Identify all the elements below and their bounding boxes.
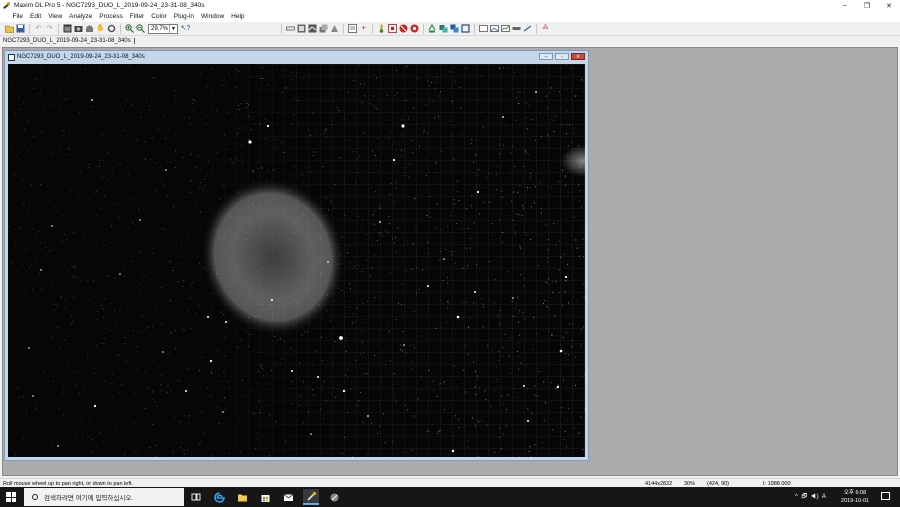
toolbar-separator bbox=[423, 23, 424, 34]
maxim-dl-taskbar-icon[interactable] bbox=[303, 489, 319, 505]
combine-icon[interactable] bbox=[450, 24, 459, 33]
image-icon[interactable] bbox=[490, 24, 499, 33]
thermometer-icon[interactable] bbox=[377, 24, 386, 33]
graph-icon[interactable] bbox=[501, 24, 510, 33]
zoom-value: 29.7% bbox=[151, 25, 169, 32]
menu-bar: File Edit View Analyze Process Filter Co… bbox=[0, 11, 900, 22]
sequence-icon[interactable] bbox=[512, 24, 521, 33]
image-window-title: NGC7293_DUO_L_2019-09-24_23-31-08_340s bbox=[17, 54, 145, 60]
crop-icon[interactable] bbox=[286, 24, 295, 33]
undo-icon[interactable]: ↶ bbox=[34, 24, 43, 33]
stack-icon[interactable] bbox=[319, 24, 328, 33]
search-icon bbox=[32, 494, 38, 500]
crosshair-icon[interactable]: + bbox=[359, 24, 368, 33]
window-title: Maxim DL Pro 5 - NGC7293_DUO_L_2019-09-2… bbox=[14, 2, 205, 9]
image-window-titlebar[interactable]: NGC7293_DUO_L_2019-09-24_23-31-08_340s –… bbox=[5, 51, 588, 63]
help-pointer-icon[interactable]: ↖? bbox=[181, 24, 191, 33]
telescope-icon bbox=[2, 1, 11, 10]
toolbar: ↶ ↷ ✋ 29.7% ▼ ↖? + ⁂ bbox=[0, 22, 900, 36]
astro-image[interactable] bbox=[8, 64, 585, 457]
close-button[interactable]: ✕ bbox=[878, 0, 900, 11]
taskbar: 검색하려면 여기에 입력하십시오. ^ 🗗 ◀) A 오후 6:08 2019-… bbox=[0, 487, 900, 507]
hand-icon[interactable]: ✋ bbox=[96, 24, 105, 33]
tray-icons[interactable]: ^ 🗗 ◀) A bbox=[795, 492, 827, 502]
toolbar-separator bbox=[58, 23, 59, 34]
toolbar-separator bbox=[536, 23, 537, 34]
image-window-controls: – ▫ ✕ bbox=[537, 53, 585, 60]
image-minimize-button[interactable]: – bbox=[539, 53, 553, 60]
menu-analyze[interactable]: Analyze bbox=[66, 13, 96, 20]
line-tool-icon[interactable] bbox=[523, 24, 532, 33]
toolbar-separator bbox=[372, 23, 373, 34]
calibrate-icon[interactable] bbox=[308, 24, 317, 33]
menu-view[interactable]: View bbox=[45, 13, 66, 20]
histogram-icon[interactable] bbox=[388, 24, 397, 33]
mail-icon[interactable] bbox=[280, 489, 296, 505]
menu-filter[interactable]: Filter bbox=[126, 13, 147, 20]
resize-icon[interactable] bbox=[297, 24, 306, 33]
menu-edit[interactable]: Edit bbox=[26, 13, 44, 20]
observatory-icon[interactable] bbox=[85, 24, 94, 33]
taskbar-search[interactable]: 검색하려면 여기에 입력하십시오. bbox=[24, 488, 184, 506]
convert-icon[interactable] bbox=[330, 24, 339, 33]
abort-icon[interactable] bbox=[410, 24, 419, 33]
image-window-icon bbox=[8, 53, 15, 61]
chevron-down-icon: ▼ bbox=[169, 24, 177, 33]
settings-icon[interactable] bbox=[107, 24, 116, 33]
windows-start-icon[interactable] bbox=[6, 492, 16, 502]
toolbar-separator bbox=[474, 23, 475, 34]
edge-icon[interactable] bbox=[211, 489, 227, 505]
image-maximize-button[interactable]: ▫ bbox=[555, 53, 569, 60]
zoom-in-icon[interactable] bbox=[125, 24, 134, 33]
minimize-button[interactable]: – bbox=[834, 0, 856, 11]
menu-window[interactable]: Window bbox=[198, 13, 228, 20]
clock-date: 2019-10-01 bbox=[840, 498, 870, 504]
tab-document[interactable]: NGC7293_DUO_L_2019-09-24_23-31-08_340s bbox=[3, 38, 135, 44]
menu-color[interactable]: Color bbox=[148, 13, 171, 20]
search-placeholder: 검색하려면 여기에 입력하십시오. bbox=[44, 495, 134, 502]
ime-indicator[interactable]: A bbox=[822, 494, 827, 500]
task-view-icon[interactable] bbox=[188, 489, 204, 505]
clock-time: 오후 6:08 bbox=[843, 490, 867, 496]
zoom-select[interactable]: 29.7% ▼ bbox=[148, 23, 178, 34]
document-tabs: NGC7293_DUO_L_2019-09-24_23-31-08_340s bbox=[0, 37, 900, 47]
app-icon[interactable] bbox=[326, 489, 342, 505]
menu-plugin[interactable]: Plug-in bbox=[170, 13, 197, 20]
square-icon[interactable] bbox=[461, 24, 470, 33]
image-close-button[interactable]: ✕ bbox=[571, 53, 585, 60]
image-window[interactable]: NGC7293_DUO_L_2019-09-24_23-31-08_340s –… bbox=[4, 50, 589, 461]
menu-help[interactable]: Help bbox=[228, 13, 248, 20]
camera-icon[interactable] bbox=[74, 24, 83, 33]
clock[interactable]: 오후 6:08 2019-10-01 bbox=[837, 489, 873, 505]
photometry-icon[interactable] bbox=[428, 24, 437, 33]
notification-icon[interactable] bbox=[881, 492, 890, 500]
maximize-button[interactable]: ❐ bbox=[856, 0, 878, 11]
stop-icon[interactable] bbox=[399, 24, 408, 33]
info-window-icon[interactable] bbox=[348, 24, 357, 33]
redo-icon[interactable]: ↷ bbox=[45, 24, 54, 33]
zoom-out-icon[interactable] bbox=[136, 24, 145, 33]
menu-process[interactable]: Process bbox=[96, 13, 126, 20]
store-icon[interactable] bbox=[257, 489, 273, 505]
toolbar-separator bbox=[29, 23, 30, 34]
menu-file[interactable]: File bbox=[9, 13, 26, 20]
toolbar-separator bbox=[343, 23, 344, 34]
title-bar: Maxim DL Pro 5 - NGC7293_DUO_L_2019-09-2… bbox=[0, 0, 900, 11]
save-icon[interactable] bbox=[16, 24, 25, 33]
image-window-icon[interactable] bbox=[63, 24, 72, 33]
plugin-icon[interactable]: ⁂ bbox=[541, 24, 550, 33]
window-icon[interactable] bbox=[479, 24, 488, 33]
file-explorer-icon[interactable] bbox=[234, 489, 250, 505]
toolbar-separator bbox=[281, 23, 282, 34]
toolbar-separator bbox=[120, 23, 121, 34]
align-icon[interactable] bbox=[439, 24, 448, 33]
window-controls: – ❐ ✕ bbox=[834, 0, 900, 11]
nebula-image bbox=[8, 64, 585, 457]
open-icon[interactable] bbox=[5, 24, 14, 33]
